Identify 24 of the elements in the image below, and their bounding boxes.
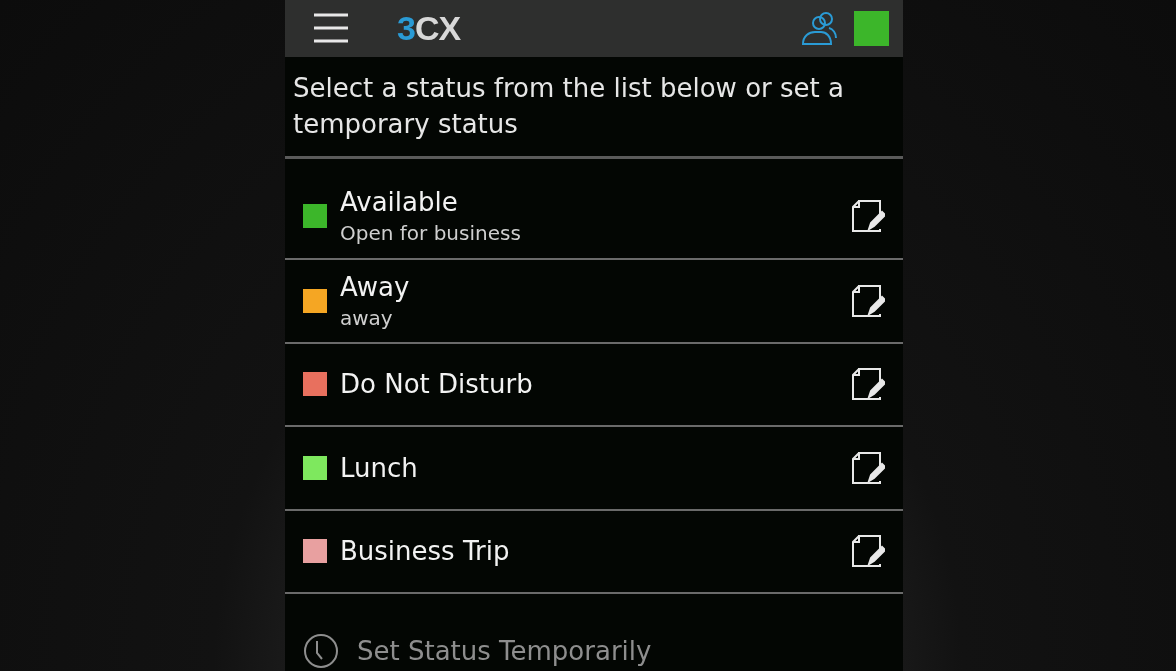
menu-icon[interactable] bbox=[313, 12, 349, 45]
status-description: away bbox=[340, 304, 394, 332]
status-item[interactable]: Business Trip bbox=[285, 510, 903, 594]
status-item[interactable]: Away away bbox=[285, 260, 903, 344]
status-name: Available bbox=[340, 186, 459, 220]
set-status-temporarily-link[interactable]: Set Status Temporarily bbox=[357, 632, 652, 671]
edit-icon[interactable] bbox=[851, 283, 885, 318]
app-logo: 3CX bbox=[397, 11, 461, 46]
prompt-text: Select a status from the list below or set a temporary status bbox=[285, 56, 903, 159]
status-name: Lunch bbox=[340, 451, 418, 485]
current-status-indicator[interactable] bbox=[854, 10, 889, 46]
edit-icon[interactable] bbox=[851, 367, 885, 402]
status-name: Away bbox=[340, 270, 410, 304]
status-description: Open for business bbox=[340, 220, 521, 248]
presence-icon[interactable] bbox=[800, 10, 838, 47]
status-name: Business Trip bbox=[340, 535, 510, 569]
status-item[interactable]: Do Not Disturb bbox=[285, 343, 903, 428]
clock-icon bbox=[303, 633, 339, 670]
status-name: Do Not Disturb bbox=[340, 368, 533, 402]
edit-icon[interactable] bbox=[851, 199, 885, 234]
edit-icon[interactable] bbox=[851, 534, 885, 569]
status-item[interactable]: Lunch bbox=[285, 427, 903, 511]
edit-icon[interactable] bbox=[851, 450, 885, 485]
status-item[interactable]: Available Open for business bbox=[285, 158, 903, 261]
